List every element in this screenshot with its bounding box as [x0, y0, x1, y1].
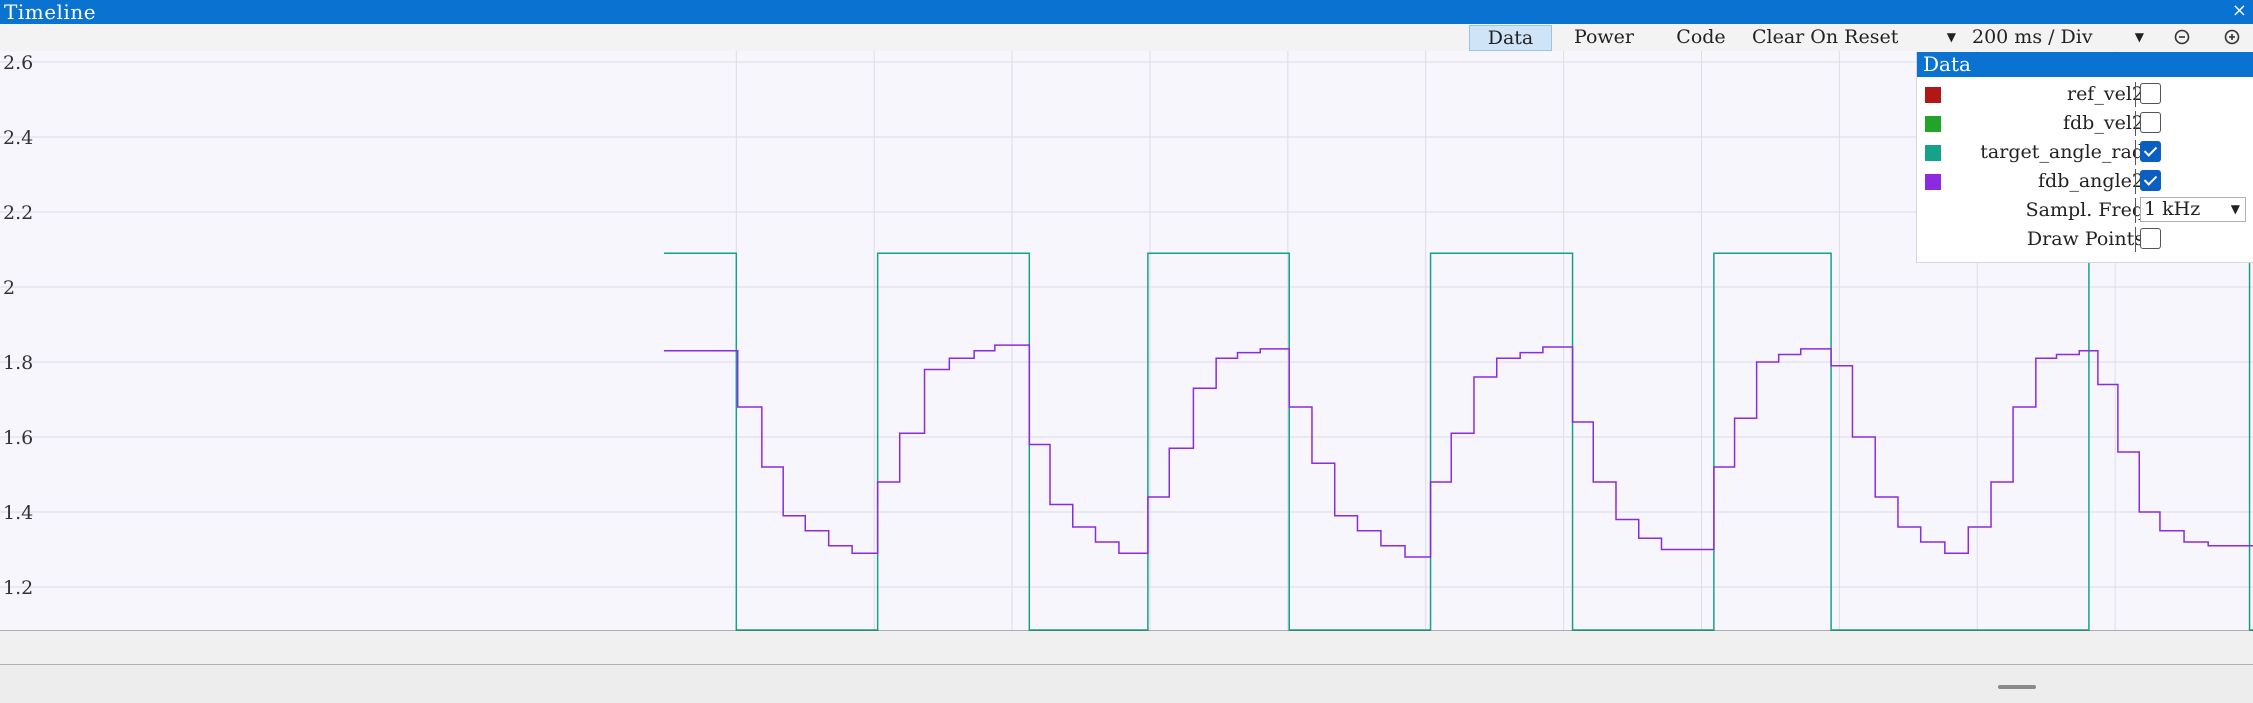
series-line-fdb-angle2: [663, 344, 2253, 558]
draw-points-checkbox[interactable]: [2140, 228, 2161, 249]
y-tick-label: 1.4: [3, 502, 33, 524]
chevron-down-icon: ▼: [2134, 30, 2144, 44]
fdb-vel2-checkbox[interactable]: [2140, 112, 2161, 133]
divider: [2135, 198, 2136, 223]
legend-row-fdb-angle2: fdb_angle2: [1917, 167, 2253, 196]
signal-name: ref_vel2: [2066, 83, 2144, 105]
title-bar: Timeline ×: [0, 0, 2253, 24]
y-tick-label: 1.8: [3, 352, 33, 374]
target-angle-rad-checkbox[interactable]: [2140, 141, 2161, 162]
y-tick-label: 1.2: [3, 577, 33, 599]
zoom-out-icon[interactable]: [2172, 27, 2192, 47]
legend-row-target-angle-rad: target_angle_rad: [1917, 138, 2253, 167]
chevron-down-icon: ▼: [2230, 202, 2240, 216]
tab-data[interactable]: Data: [1469, 25, 1552, 51]
close-icon[interactable]: ×: [2232, 0, 2247, 22]
divider: [2135, 82, 2136, 107]
legend-row-draw-points: Draw Points: [1917, 225, 2253, 254]
divider: [2135, 227, 2136, 252]
y-tick-label: 2.6: [3, 52, 33, 74]
chevron-down-icon: ▼: [1946, 30, 1956, 44]
draw-points-label: Draw Points: [2026, 228, 2144, 250]
color-swatch: [1925, 116, 1941, 132]
y-tick-label: 2.4: [3, 127, 33, 149]
y-tick-label: 2: [3, 277, 15, 299]
y-tick-label: 2.2: [3, 202, 33, 224]
color-swatch: [1925, 174, 1941, 190]
legend-header: Data: [1917, 52, 2253, 77]
sample-freq-select[interactable]: 1 kHz ▼: [2140, 197, 2246, 222]
ref-vel2-checkbox[interactable]: [2140, 83, 2161, 104]
time-div-dropdown[interactable]: 200 ms / Div ▼: [1972, 25, 2150, 49]
sample-freq-label: Sampl. Freq: [2025, 199, 2144, 221]
toolbar: Data Power Code Clear On Reset ▼ 200 ms …: [0, 24, 2253, 52]
data-legend-panel: Data ref_vel2 fdb_vel2 target_angle_rad …: [1916, 52, 2253, 263]
signal-name: fdb_vel2: [2062, 112, 2144, 134]
zoom-in-icon[interactable]: [2222, 27, 2242, 47]
clear-on-reset-label: Clear On Reset: [1752, 26, 1899, 48]
sample-freq-value: 1 kHz: [2144, 198, 2201, 220]
divider: [2135, 169, 2136, 194]
scrollbar-thumb[interactable]: [1998, 685, 2036, 689]
signal-name: fdb_angle2: [2038, 170, 2144, 192]
divider: [2135, 111, 2136, 136]
tab-code[interactable]: Code: [1660, 25, 1742, 49]
legend-row-fdb-vel2: fdb_vel2: [1917, 109, 2253, 138]
color-swatch: [1925, 87, 1941, 103]
signal-name: target_angle_rad: [1980, 141, 2144, 163]
legend-row-sample-freq: Sampl. Freq 1 kHz ▼: [1917, 196, 2253, 225]
fdb-angle2-checkbox[interactable]: [2140, 170, 2161, 191]
time-div-label: 200 ms / Div: [1972, 26, 2093, 48]
tab-power[interactable]: Power: [1558, 25, 1650, 49]
legend-row-ref-vel2: ref_vel2: [1917, 80, 2253, 109]
divider: [2135, 140, 2136, 165]
series-line-target-angle-rad: [663, 252, 2253, 631]
horizontal-scrollbar[interactable]: [0, 664, 2253, 703]
color-swatch: [1925, 145, 1941, 161]
clear-on-reset-dropdown[interactable]: Clear On Reset ▼: [1752, 25, 1962, 49]
window-title: Timeline: [4, 0, 97, 24]
y-tick-label: 1.6: [3, 427, 33, 449]
